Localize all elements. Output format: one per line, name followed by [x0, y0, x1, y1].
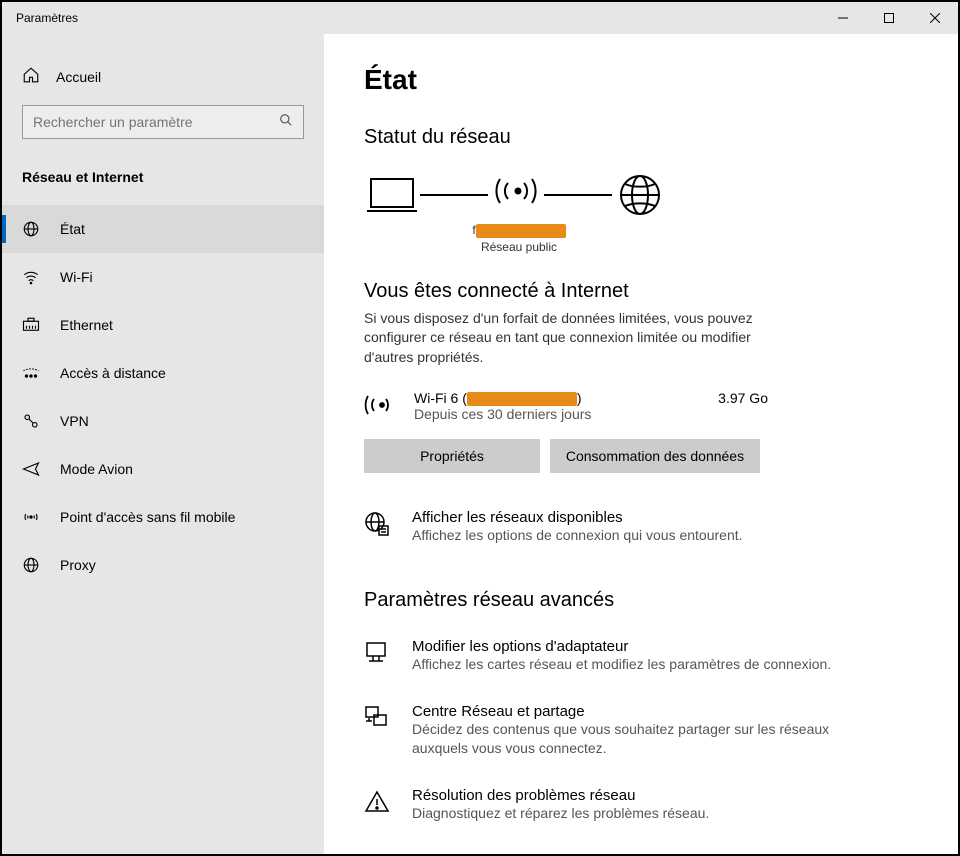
sidebar-item-proxy[interactable]: Proxy	[2, 541, 324, 589]
option-subtitle: Diagnostiquez et réparez les problèmes r…	[412, 804, 709, 824]
sidebar-item-label: Ethernet	[60, 317, 113, 333]
sidebar-item-label: VPN	[60, 413, 89, 429]
search-input[interactable]	[33, 114, 279, 130]
advanced-heading: Paramètres réseau avancés	[364, 589, 918, 612]
search-icon	[279, 113, 293, 132]
sidebar-item-dialup[interactable]: Accès à distance	[2, 349, 324, 397]
connected-description: Si vous disposez d'un forfait de données…	[364, 309, 764, 368]
globe-icon	[22, 220, 40, 238]
sidebar-item-label: Mode Avion	[60, 461, 133, 477]
sidebar-section-label: Réseau et Internet	[2, 159, 324, 205]
dialup-icon	[22, 364, 40, 382]
wifi-data-usage: 3.97 Go	[718, 390, 918, 406]
vpn-icon	[22, 412, 40, 430]
option-subtitle: Décidez des contenus que vous souhaitez …	[412, 720, 832, 759]
ethernet-icon	[22, 316, 40, 334]
sidebar-item-status[interactable]: État	[2, 205, 324, 253]
maximize-button[interactable]	[866, 2, 912, 34]
option-title: Afficher les réseaux disponibles	[412, 509, 743, 526]
warning-icon	[364, 787, 390, 820]
hardware-properties-link[interactable]: Afficher les propriétés du matériel et d…	[364, 852, 918, 854]
option-title: Centre Réseau et partage	[412, 703, 832, 720]
wifi-connection-row: Wi-Fi 6 () Depuis ces 30 derniers jours …	[364, 390, 918, 425]
wifi-network-icon	[488, 173, 544, 217]
option-title: Modifier les options d'adaptateur	[412, 638, 831, 655]
connection-line	[544, 194, 612, 196]
sidebar-item-label: Point d'accès sans fil mobile	[60, 509, 235, 525]
internet-globe-icon	[612, 173, 668, 217]
globe-grid-icon	[364, 509, 390, 542]
option-subtitle: Affichez les cartes réseau et modifiez l…	[412, 655, 831, 675]
wifi-subtext: Depuis ces 30 derniers jours	[414, 406, 698, 422]
page-title: État	[364, 64, 918, 96]
close-button[interactable]	[912, 2, 958, 34]
sidebar-item-hotspot[interactable]: Point d'accès sans fil mobile	[2, 493, 324, 541]
titlebar: Paramètres	[2, 2, 958, 34]
properties-button[interactable]: Propriétés	[364, 439, 540, 473]
network-diagram	[364, 173, 918, 217]
computer-icon	[364, 173, 420, 217]
wifi-icon	[22, 268, 40, 286]
airplane-icon	[22, 460, 40, 478]
search-box[interactable]	[22, 105, 304, 139]
hotspot-icon	[22, 508, 40, 526]
troubleshoot-option[interactable]: Résolution des problèmes réseau Diagnost…	[364, 787, 918, 824]
sidebar-item-label: État	[60, 221, 85, 237]
network-diagram-label: f Réseau public	[364, 223, 674, 254]
adapter-options[interactable]: Modifier les options d'adaptateur Affich…	[364, 638, 918, 675]
wifi-icon	[364, 390, 394, 425]
proxy-icon	[22, 556, 40, 574]
data-usage-button[interactable]: Consommation des données	[550, 439, 760, 473]
sharing-icon	[364, 703, 390, 736]
status-heading: Statut du réseau	[364, 126, 918, 149]
sidebar-item-wifi[interactable]: Wi-Fi	[2, 253, 324, 301]
option-subtitle: Affichez les options de connexion qui vo…	[412, 526, 743, 546]
home-link[interactable]: Accueil	[2, 54, 324, 105]
connection-line	[420, 194, 488, 196]
minimize-button[interactable]	[820, 2, 866, 34]
sidebar-item-label: Proxy	[60, 557, 96, 573]
show-networks-option[interactable]: Afficher les réseaux disponibles Affiche…	[364, 509, 918, 546]
main-content: État Statut du réseau f Réseau public	[324, 34, 958, 854]
option-title: Résolution des problèmes réseau	[412, 787, 709, 804]
sidebar-item-vpn[interactable]: VPN	[2, 397, 324, 445]
home-icon	[22, 66, 40, 87]
home-label: Accueil	[56, 69, 101, 85]
connected-heading: Vous êtes connecté à Internet	[364, 280, 918, 303]
window-title: Paramètres	[2, 11, 820, 25]
adapter-icon	[364, 638, 390, 671]
sidebar: Accueil Réseau et Internet État Wi-Fi	[2, 34, 324, 854]
sidebar-item-label: Accès à distance	[60, 365, 166, 381]
wifi-name: Wi-Fi 6 ()	[414, 390, 698, 406]
sharing-center-option[interactable]: Centre Réseau et partage Décidez des con…	[364, 703, 918, 759]
sidebar-item-airplane[interactable]: Mode Avion	[2, 445, 324, 493]
sidebar-item-ethernet[interactable]: Ethernet	[2, 301, 324, 349]
sidebar-item-label: Wi-Fi	[60, 269, 93, 285]
